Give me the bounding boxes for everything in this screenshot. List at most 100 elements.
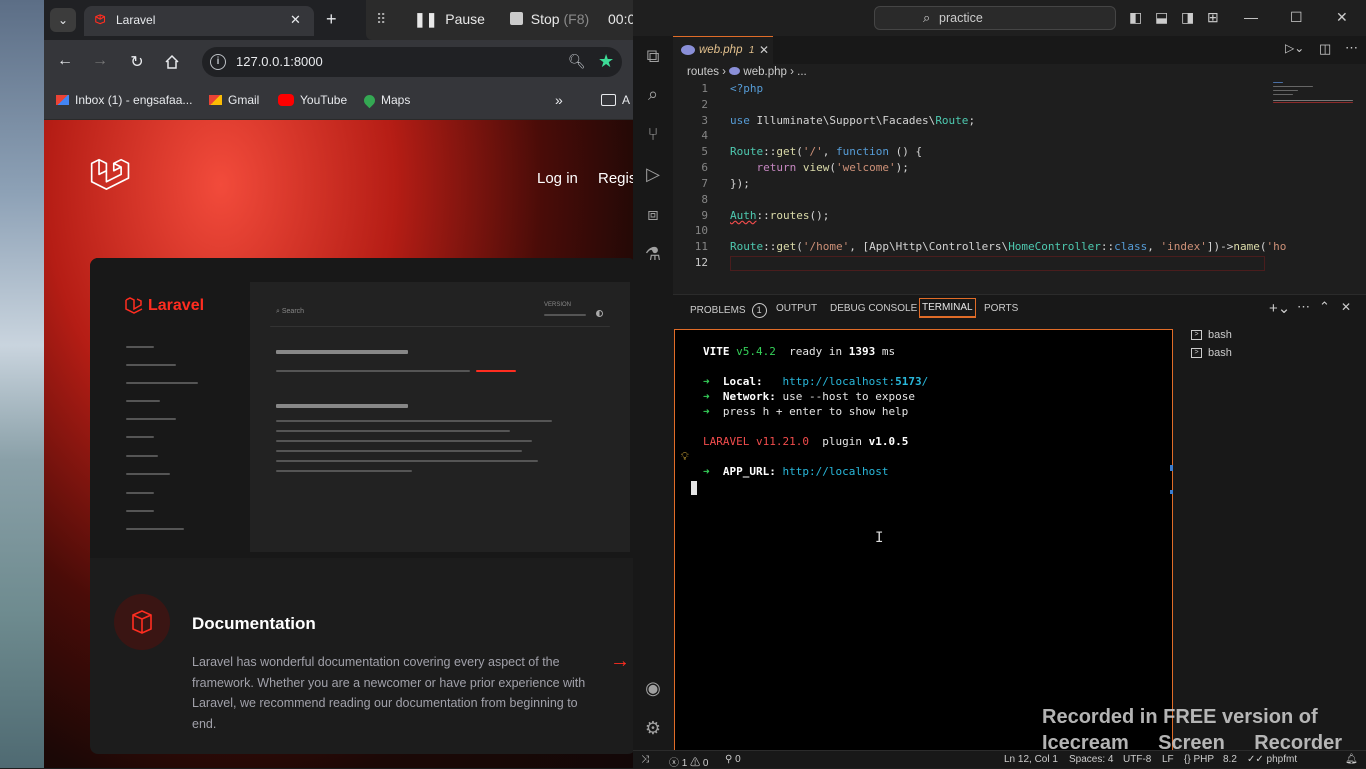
tab-ports[interactable]: PORTS xyxy=(984,303,1018,314)
url-text[interactable]: 127.0.0.1:8000 xyxy=(236,54,323,69)
term-link[interactable]: http://localhost xyxy=(782,465,888,478)
tab-filename: web.php xyxy=(699,44,743,56)
ports-count: 0 xyxy=(735,754,741,765)
stop-icon xyxy=(510,12,523,25)
browser-tab[interactable]: Laravel ✕ xyxy=(84,6,314,36)
back-button[interactable]: ← xyxy=(54,52,76,70)
book-icon xyxy=(132,610,152,634)
breadcrumb-symbol[interactable]: ... xyxy=(797,66,807,78)
explorer-icon[interactable]: ⧉ xyxy=(641,44,665,68)
bookmark-maps[interactable]: Maps xyxy=(361,92,410,108)
bookmark-star-icon[interactable]: ★ xyxy=(598,51,614,72)
run-icon[interactable]: ▷⌄ xyxy=(1285,41,1304,55)
documentation-card[interactable]: Laravel ⌕ Search VERSION Documentation L… xyxy=(90,258,633,754)
stop-button[interactable]: Stop (F8) xyxy=(510,11,589,27)
customize-layout-icon[interactable]: ⊞ xyxy=(1207,9,1219,26)
bookmark-gmail[interactable]: Gmail xyxy=(209,93,259,107)
more-icon[interactable]: ⋯ xyxy=(1297,299,1310,315)
documentation-title: Documentation xyxy=(192,614,316,633)
run-debug-icon[interactable]: ▷ xyxy=(641,162,665,186)
code-editor[interactable]: 1 2 3 4 5 6 7 8 9 10 11 12 <?php use Ill… xyxy=(673,80,1313,280)
settings-gear-icon[interactable]: ⚙ xyxy=(641,716,665,740)
folder-icon xyxy=(601,94,616,106)
ports-status[interactable]: ⚲ 0 xyxy=(725,754,741,765)
terminal-item-bash-1[interactable]: > bash xyxy=(1191,329,1232,341)
tab-terminal[interactable]: TERMINAL xyxy=(919,298,976,318)
mock-search: ⌕ Search xyxy=(276,308,305,315)
tab-search-button[interactable]: ⌄ xyxy=(50,8,76,32)
close-tab-icon[interactable]: ✕ xyxy=(759,43,769,57)
close-panel-icon[interactable]: ✕ xyxy=(1341,300,1351,314)
breadcrumb-file[interactable]: web.php xyxy=(743,66,786,78)
extensions-icon[interactable]: ⧈ xyxy=(641,202,665,226)
line-number: 1 xyxy=(701,82,708,95)
problems-status[interactable]: ⓧ 1 ⚠ 0 xyxy=(669,754,708,769)
new-terminal-icon[interactable]: +⌄ xyxy=(1269,299,1290,317)
toggle-panel-icon[interactable]: ⬓ xyxy=(1155,9,1168,26)
bookmark-label: Gmail xyxy=(228,93,260,107)
term-text: http://localhost: xyxy=(782,375,896,388)
line-number: 2 xyxy=(701,98,708,111)
reload-button[interactable]: ↻ xyxy=(126,52,148,72)
term-link[interactable]: http://localhost:5173/ xyxy=(783,375,929,388)
more-actions-icon[interactable]: ⋯ xyxy=(1345,40,1358,56)
maximize-panel-icon[interactable]: ⌃ xyxy=(1319,299,1330,315)
bookmark-inbox[interactable]: Inbox (1) - engsafaa... xyxy=(56,93,192,107)
pause-button[interactable]: ❚❚ Pause xyxy=(414,11,485,28)
accounts-icon[interactable]: ◉ xyxy=(641,676,665,700)
bookmark-youtube[interactable]: YouTube xyxy=(278,93,347,107)
maximize-icon[interactable]: ☐ xyxy=(1290,9,1303,26)
line-number: 3 xyxy=(701,114,708,127)
home-icon[interactable] xyxy=(164,54,180,70)
minimize-icon[interactable]: — xyxy=(1244,9,1258,25)
browser-toolbar: ← → ↻ i 127.0.0.1:8000 🔍︎ ★ xyxy=(44,40,633,85)
term-text: use --host to expose xyxy=(782,390,915,403)
drag-handle-icon[interactable]: ⠿ xyxy=(376,11,386,28)
tab-debug-console[interactable]: DEBUG CONSOLE xyxy=(830,303,917,314)
forward-button[interactable]: → xyxy=(89,52,111,70)
pause-label: Pause xyxy=(445,11,485,27)
tab-output[interactable]: OUTPUT xyxy=(776,303,817,314)
source-control-icon[interactable]: ⑂ xyxy=(641,122,665,146)
more-bookmarks-icon[interactable]: » xyxy=(555,92,563,108)
line-number: 9 xyxy=(701,209,708,222)
toggle-primary-sidebar-icon[interactable]: ◧ xyxy=(1129,9,1142,26)
recorder-watermark: Recorded in FREE version of Icecream Scre… xyxy=(1042,704,1352,756)
tab-problems[interactable]: PROBLEMS 1 xyxy=(690,303,767,318)
remote-icon[interactable]: ⤨ xyxy=(641,754,649,765)
tab-web-php[interactable]: web.php 1 ✕ xyxy=(673,36,773,64)
term-text: plugin xyxy=(822,435,862,448)
search-icon[interactable]: ⌕ xyxy=(641,82,665,106)
bookmark-folder[interactable]: A xyxy=(601,93,630,107)
laravel-logo-icon[interactable] xyxy=(88,156,132,200)
command-center-search[interactable]: ⌕ practice xyxy=(874,6,1116,30)
mock-search-text: Search xyxy=(281,308,305,315)
register-link[interactable]: Regis xyxy=(598,170,633,187)
new-tab-button[interactable]: + xyxy=(326,9,337,30)
address-bar[interactable]: i 127.0.0.1:8000 🔍︎ ★ xyxy=(202,47,622,77)
terminal-icon: > xyxy=(1191,330,1202,340)
toggle-secondary-sidebar-icon[interactable]: ◨ xyxy=(1181,9,1194,26)
zoom-icon[interactable]: 🔍︎ xyxy=(568,53,586,70)
minimap[interactable] xyxy=(1273,80,1358,120)
login-link[interactable]: Log in xyxy=(537,170,578,187)
testing-icon[interactable]: ⚗ xyxy=(641,242,665,266)
tab-title: Laravel xyxy=(116,13,156,27)
text-cursor-icon: I xyxy=(875,530,884,546)
arrow-right-icon[interactable]: → xyxy=(610,650,630,673)
breadcrumb-folder[interactable]: routes xyxy=(687,66,719,78)
bookmarks-bar: Inbox (1) - engsafaa... Gmail YouTube Ma… xyxy=(44,85,633,120)
split-editor-icon[interactable]: ◫ xyxy=(1319,41,1331,57)
close-window-icon[interactable]: ✕ xyxy=(1336,9,1348,26)
term-text: v11.21.0 xyxy=(755,435,809,448)
pause-icon: ❚❚ xyxy=(414,11,438,27)
terminal-item-bash-2[interactable]: > bash xyxy=(1191,347,1232,359)
site-info-icon[interactable]: i xyxy=(210,54,226,70)
terminal[interactable]: VITE v5.4.2 ready in 1393 ms ➜ Local: ht… xyxy=(674,329,1183,751)
problems-badge: 1 xyxy=(751,303,767,318)
lightbulb-icon[interactable]: 💡︎ xyxy=(681,450,689,464)
close-tab-icon[interactable]: ✕ xyxy=(290,12,301,28)
line-number: 4 xyxy=(701,129,708,142)
term-text: press h + enter to show help xyxy=(722,405,909,418)
line-number: 6 xyxy=(701,161,708,174)
